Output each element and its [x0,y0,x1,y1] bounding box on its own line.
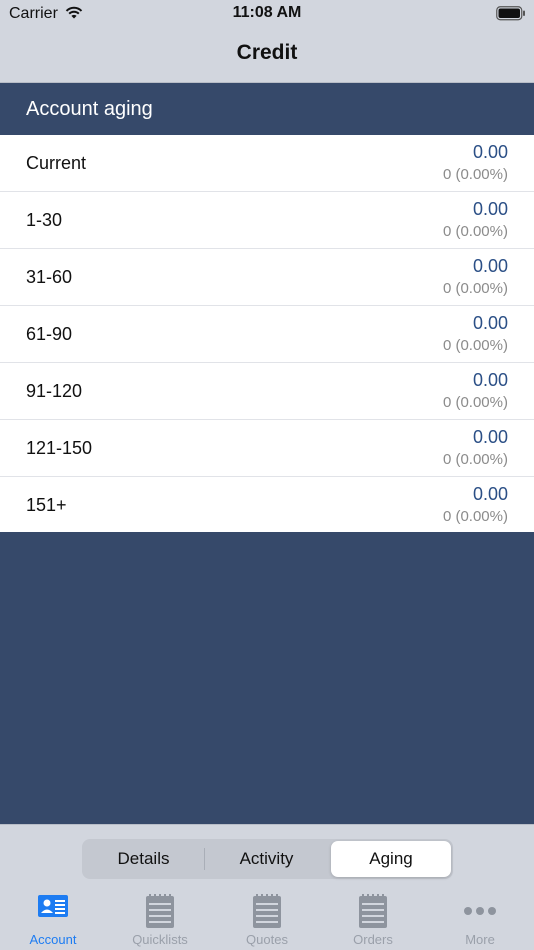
tab-bar: Account Quicklists Quotes Orders More [0,887,534,950]
tab-label: Quicklists [132,932,188,947]
segment-details[interactable]: Details [84,841,203,877]
aging-count-percent: 0 (0.00%) [442,166,508,183]
aging-count-percent: 0 (0.00%) [442,280,508,297]
tab-label: Account [29,932,77,947]
aging-list: Current 0.00 0 (0.00%) 1-30 0.00 0 (0.00… [0,135,534,532]
aging-row-current[interactable]: Current 0.00 0 (0.00%) [0,135,534,192]
status-bar: Carrier 11:08 AM [0,0,534,30]
tab-account[interactable]: Account [0,887,106,950]
segment-toolbar: Details Activity Aging [0,824,534,887]
aging-amount: 0.00 [472,370,508,390]
segment-aging[interactable]: Aging [331,841,451,877]
navigation-bar: Credit [0,30,534,83]
aging-amount: 0.00 [472,313,508,333]
notepad-icon [252,893,282,934]
section-header: Account aging [0,83,534,135]
notepad-icon [358,893,388,934]
account-card-icon [37,893,69,924]
more-dots-icon [463,903,497,921]
aging-row-61-90[interactable]: 61-90 0.00 0 (0.00%) [0,306,534,363]
aging-bucket-label: Current [26,153,87,173]
aging-count-percent: 0 (0.00%) [442,508,508,525]
aging-row-1-30[interactable]: 1-30 0.00 0 (0.00%) [0,192,534,249]
page-title: Credit [236,41,298,64]
aging-row-31-60[interactable]: 31-60 0.00 0 (0.00%) [0,249,534,306]
aging-bucket-label: 61-90 [26,324,73,344]
aging-amount: 0.00 [472,427,508,447]
aging-row-151-plus[interactable]: 151+ 0.00 0 (0.00%) [0,477,534,532]
aging-bucket-label: 31-60 [26,267,73,287]
aging-bucket-label: 91-120 [26,381,83,401]
notepad-icon [145,893,175,934]
aging-count-percent: 0 (0.00%) [442,223,508,240]
tab-orders[interactable]: Orders [320,887,426,950]
aging-amount: 0.00 [472,199,508,219]
aging-row-91-120[interactable]: 91-120 0.00 0 (0.00%) [0,363,534,420]
aging-amount: 0.00 [472,256,508,276]
aging-bucket-label: 151+ [26,495,67,515]
tab-label: Quotes [246,932,288,947]
aging-row-121-150[interactable]: 121-150 0.00 0 (0.00%) [0,420,534,477]
status-time: 11:08 AM [232,4,302,21]
tab-label: More [465,932,495,947]
aging-bucket-label: 121-150 [26,438,93,458]
aging-count-percent: 0 (0.00%) [442,451,508,468]
aging-count-percent: 0 (0.00%) [442,337,508,354]
section-title: Account aging [26,98,153,120]
tab-quicklists[interactable]: Quicklists [107,887,213,950]
tab-quotes[interactable]: Quotes [214,887,320,950]
battery-icon [496,6,526,26]
aging-bucket-label: 1-30 [26,210,63,230]
aging-count-percent: 0 (0.00%) [442,394,508,411]
aging-amount: 0.00 [472,142,508,162]
view-segmented-control: Details Activity Aging [82,839,453,879]
tab-more[interactable]: More [427,887,533,950]
segment-activity[interactable]: Activity [205,841,328,877]
tab-label: Orders [353,932,393,947]
aging-amount: 0.00 [472,484,508,504]
